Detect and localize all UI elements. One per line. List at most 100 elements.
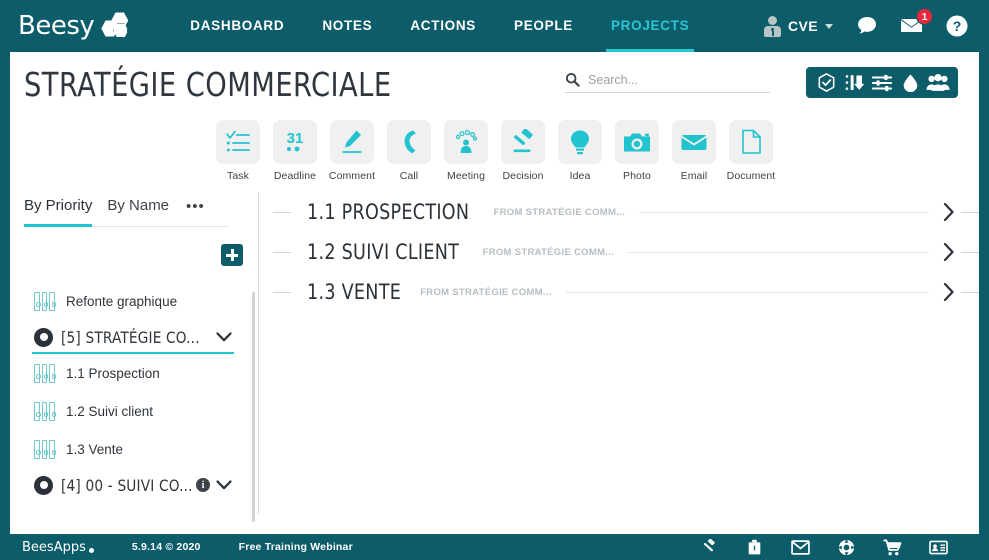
sidebar-item-refonte-graphique[interactable]: Refonte graphique [10,282,246,320]
training-webinar-link[interactable]: Free Training Webinar [239,541,353,553]
action-type-deadline[interactable]: 31 Deadline [267,120,324,182]
footer-bar: BeesApps 5.9.14 © 2020 Free Training Web… [0,534,989,560]
sort-button[interactable] [840,69,868,97]
project-title: 1.2 SUIVI CLIENT [307,240,460,264]
binder-icon [34,439,56,459]
hammer-button[interactable] [685,538,731,556]
action-type-task[interactable]: Task [210,120,267,182]
action-type-label: Call [399,170,419,182]
action-type-label: Email [680,170,708,182]
page-container: STRATÉGIE COMMERCIALE Search... Task 31 … [10,52,979,534]
export-button[interactable] [896,69,924,97]
row-line [628,251,929,253]
cart-button[interactable] [869,539,915,556]
sidebar-item-label: [5] STRATÉGIE CO... [61,327,200,347]
meeting-tile [444,120,488,164]
sidebar-item-vente[interactable]: 1.3 Vente [10,430,246,468]
table-row[interactable]: 1.2 SUIVI CLIENT FROM STRATÉGIE COMM... [259,232,979,272]
calendar-icon: 31 [287,130,303,152]
validate-shield-button[interactable] [812,69,840,97]
chevron-right-icon[interactable] [943,242,955,262]
action-type-comment[interactable]: Comment [324,120,381,182]
bulb-icon [571,130,589,154]
project-title: 1.3 VENTE [307,280,402,304]
tab-by-priority[interactable]: By Priority [24,197,93,227]
beesy-logo-text: Beesy [18,11,95,41]
search-box [565,72,770,93]
nav-item-dashboard[interactable]: DASHBOARD [171,0,303,52]
call-tile [387,120,431,164]
nav-item-actions[interactable]: ACTIONS [391,0,495,52]
help-button[interactable]: ? [945,14,969,38]
support-button[interactable] [823,538,869,556]
info-icon[interactable]: i [196,478,210,492]
row-dash [273,251,291,253]
nav-item-people[interactable]: PEOPLE [495,0,592,52]
task-icon [226,130,250,152]
sidebar-item-suivi-commercial[interactable]: [4] 00 - SUIVI CO... i [10,468,246,502]
chevron-down-icon[interactable] [216,331,232,343]
version-label: 5.9.14 © 2020 [131,541,201,553]
main-nav-links: DASHBOARD NOTES ACTIONS PEOPLE PROJECTS [171,0,708,52]
briefcase-button[interactable] [731,539,777,555]
email-tile [672,120,716,164]
project-subtitle: FROM STRATÉGIE COMM... [493,206,626,218]
messages-button[interactable]: 1 [899,8,933,37]
sidebar-scrollbar[interactable] [252,292,255,522]
sidebar-item-label: 1.2 Suivi client [66,403,154,419]
beesapps-logo[interactable]: BeesApps [22,540,94,555]
row-dash-end [961,291,979,293]
chevron-right-icon[interactable] [943,202,955,222]
sidebar-item-prospection[interactable]: 1.1 Prospection [10,354,246,392]
svg-text:?: ? [953,18,962,34]
filter-icon [871,74,893,91]
page-header: STRATÉGIE COMMERCIALE [10,52,979,120]
sidebar-item-strategie-commerciale[interactable]: [5] STRATÉGIE CO... [10,320,246,354]
deadline-tile: 31 [273,120,317,164]
action-type-idea[interactable]: Idea [552,120,609,182]
nav-item-projects[interactable]: PROJECTS [592,0,708,52]
action-type-decision[interactable]: Decision [495,120,552,182]
contact-card-button[interactable] [915,540,961,555]
comment-tile [330,120,374,164]
chat-button[interactable] [855,14,879,38]
sidebar-item-suivi-client[interactable]: 1.2 Suivi client [10,392,246,430]
hammer-icon [703,538,715,551]
envelope-icon [681,134,707,150]
add-project-button[interactable] [221,244,243,266]
table-row[interactable]: 1.3 VENTE FROM STRATÉGIE COMM... [259,272,979,312]
action-type-photo[interactable]: Photo [609,120,666,182]
team-icon [926,73,950,91]
cart-icon [883,539,901,555]
team-button[interactable] [924,69,952,97]
row-dash-end [961,251,979,253]
row-dash [273,291,291,293]
nav-item-notes[interactable]: NOTES [303,0,391,52]
target-icon [34,327,53,347]
tab-by-name[interactable]: By Name [107,197,169,220]
search-input[interactable] [588,72,758,87]
chevron-right-icon[interactable] [943,282,955,302]
filter-button[interactable] [868,69,896,97]
action-type-meeting[interactable]: Meeting [438,120,495,182]
action-type-label: Deadline [273,170,317,182]
sidebar-more-button[interactable]: ••• [186,198,205,215]
action-type-label: Photo [623,170,651,182]
app-window: Beesy DASHBOARD NOTES ACTIONS PEOPLE PRO… [0,0,989,560]
row-line [565,291,929,293]
page-title: STRATÉGIE COMMERCIALE [24,65,392,104]
logo-dot-icon [88,547,94,553]
footer-mail-button[interactable] [777,539,823,555]
user-menu[interactable]: CVE [764,15,833,37]
action-type-email[interactable]: Email [666,120,723,182]
chevron-down-icon[interactable] [216,479,232,491]
action-type-document[interactable]: Document [723,120,780,182]
action-type-call[interactable]: Call [381,120,438,182]
projects-sidebar: By Priority By Name ••• Refonte graphiqu… [10,192,258,534]
sidebar-tabs: By Priority By Name ••• [24,197,229,227]
beesy-logo[interactable]: Beesy [18,11,133,41]
help-circle-icon: ? [946,15,968,37]
briefcase-icon [748,539,760,555]
table-row[interactable]: 1.1 PROSPECTION FROM STRATÉGIE COMM... [259,192,979,232]
top-navigation-bar: Beesy DASHBOARD NOTES ACTIONS PEOPLE PRO… [0,0,989,52]
